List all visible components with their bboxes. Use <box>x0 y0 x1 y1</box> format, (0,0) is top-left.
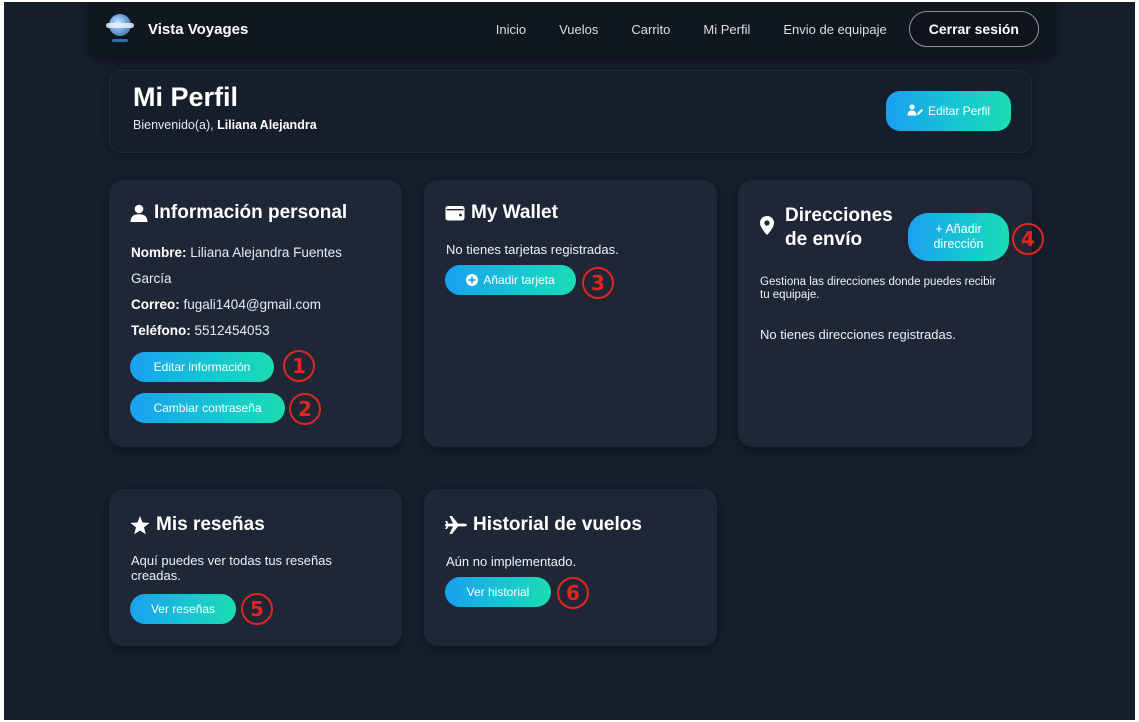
wallet-title: My Wallet <box>445 202 558 224</box>
email-row: Correo: fugali1404@gmail.com <box>131 297 322 312</box>
annotation-marker-5: 5 <box>241 593 273 625</box>
personal-info-details: Nombre: Liliana Alejandra Fuentes García… <box>131 240 371 344</box>
brand-name: Vista Voyages <box>148 20 249 38</box>
edit-profile-label: Editar Perfil <box>927 104 991 118</box>
nav-link-mi-perfil[interactable]: Mi Perfil <box>703 22 750 37</box>
page-title: Mi Perfil <box>133 82 239 112</box>
user-name: Liliana Alejandra <box>217 118 317 132</box>
addresses-empty-text: No tienes direcciones registradas. <box>760 327 956 342</box>
welcome-message: Bienvenido(a), Liliana Alejandra <box>133 118 317 132</box>
location-pin-icon <box>760 216 774 240</box>
view-reviews-button[interactable]: Ver reseñas <box>130 594 236 624</box>
add-card-button[interactable]: Añadir tarjeta <box>445 265 576 295</box>
annotation-marker-1: 1 <box>283 350 315 382</box>
nav-links: Inicio Vuelos Carrito Mi Perfil Envio de… <box>496 11 1039 47</box>
flight-history-title: Historial de vuelos <box>445 514 642 536</box>
annotation-marker-4: 4 <box>1012 223 1044 255</box>
annotation-marker-2: 2 <box>289 393 321 425</box>
addresses-title: Direcciones de envío <box>785 205 893 250</box>
wallet-empty-text: No tienes tarjetas registradas. <box>446 242 619 257</box>
addresses-description: Gestiona las direcciones donde puedes re… <box>760 276 996 301</box>
change-password-button[interactable]: Cambiar contraseña <box>130 393 285 423</box>
personal-info-title: Información personal <box>130 202 347 224</box>
plane-icon <box>445 516 467 534</box>
brand[interactable]: Vista Voyages <box>106 14 248 44</box>
edit-info-button[interactable]: Editar información <box>130 352 274 382</box>
plus-circle-icon <box>466 274 479 286</box>
profile-header: Mi Perfil Bienvenido(a), Liliana Alejand… <box>109 70 1032 153</box>
logout-button[interactable]: Cerrar sesión <box>908 11 1039 47</box>
annotation-marker-3: 3 <box>582 267 614 299</box>
personal-info-card: Información personal Nombre: Liliana Ale… <box>109 180 402 447</box>
wallet-icon <box>445 205 465 221</box>
star-icon <box>130 515 150 535</box>
reviews-title: Mis reseñas <box>130 514 265 536</box>
navbar: Vista Voyages Inicio Vuelos Carrito Mi P… <box>89 2 1055 56</box>
nav-link-inicio[interactable]: Inicio <box>496 22 526 37</box>
nav-link-vuelos[interactable]: Vuelos <box>559 22 598 37</box>
edit-profile-button[interactable]: Editar Perfil <box>886 91 1011 131</box>
reviews-description: Aquí puedes ver todas tus reseñas creada… <box>131 553 332 583</box>
app-window: Vista Voyages Inicio Vuelos Carrito Mi P… <box>4 2 1135 720</box>
user-icon <box>130 204 148 222</box>
nav-link-envio-equipaje[interactable]: Envio de equipaje <box>783 22 886 37</box>
logo-icon <box>106 14 136 44</box>
user-edit-icon <box>907 103 923 119</box>
annotation-marker-6: 6 <box>557 577 589 609</box>
nav-link-carrito[interactable]: Carrito <box>631 22 670 37</box>
add-address-button[interactable]: + Añadir dirección <box>908 213 1009 261</box>
name-row: Nombre: Liliana Alejandra Fuentes García <box>131 245 342 286</box>
flight-history-card: Historial de vuelos Aún no implementado.… <box>424 489 717 646</box>
flight-history-description: Aún no implementado. <box>446 554 577 569</box>
view-history-button[interactable]: Ver historial <box>445 577 551 607</box>
addresses-card: Direcciones de envío + Añadir dirección … <box>738 180 1032 447</box>
phone-row: Teléfono: 5512454053 <box>131 323 270 338</box>
wallet-card: My Wallet No tienes tarjetas registradas… <box>424 180 717 447</box>
